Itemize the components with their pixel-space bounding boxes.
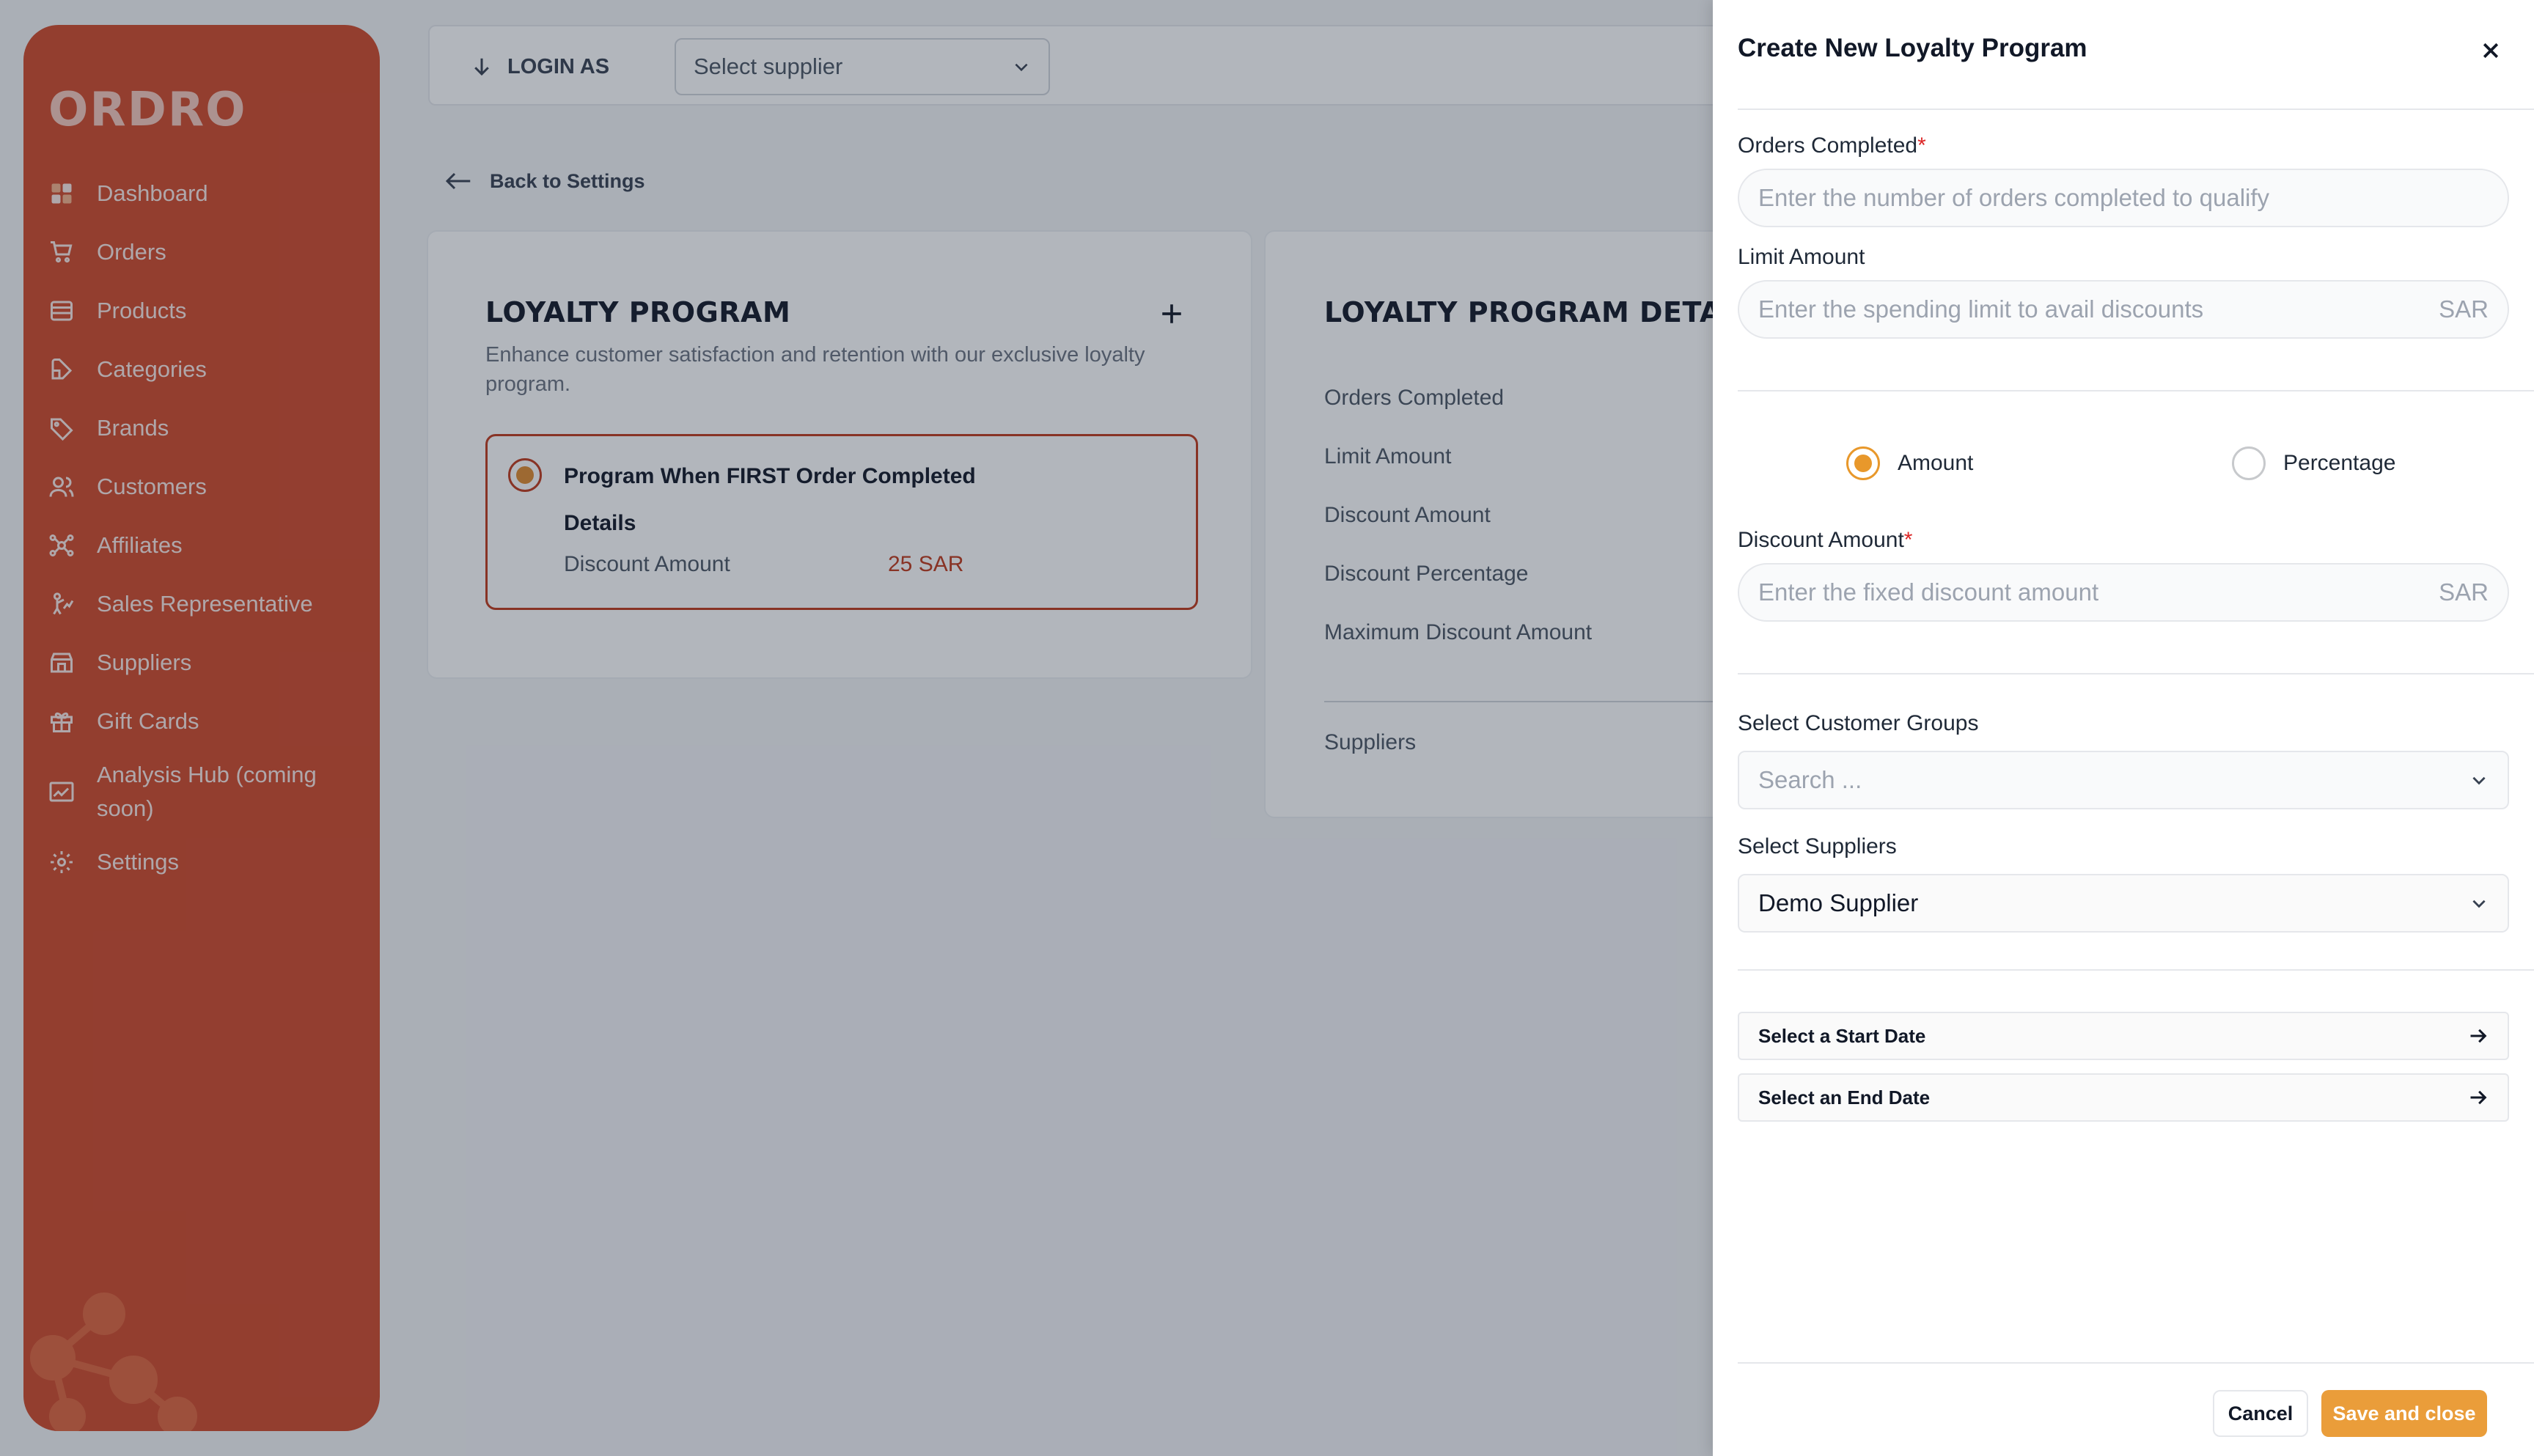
chevron-down-icon [2472, 900, 2486, 908]
divider [1738, 1362, 2534, 1364]
suppliers-select[interactable]: Demo Supplier [1738, 874, 2509, 933]
discount-amount-field[interactable]: SAR [1738, 563, 2509, 622]
required-marker: * [1917, 133, 1926, 158]
end-date-label: Select an End Date [1758, 1086, 1931, 1108]
divider [1738, 390, 2534, 391]
amount-radio[interactable] [1846, 446, 1880, 480]
orders-completed-input[interactable] [1758, 184, 2489, 212]
create-loyalty-program-drawer: Create New Loyalty Program Orders Comple… [1713, 0, 2534, 1456]
discount-amount-label-text: Discount Amount [1738, 528, 1904, 552]
customer-groups-label: Select Customer Groups [1738, 711, 1979, 735]
cancel-button[interactable]: Cancel [2213, 1390, 2308, 1437]
required-marker: * [1903, 528, 1913, 552]
discount-type-percentage[interactable]: Percentage [2232, 443, 2395, 484]
orders-completed-field[interactable] [1738, 169, 2509, 227]
suppliers-label: Select Suppliers [1738, 834, 1897, 858]
customer-groups-select[interactable]: Search ... [1738, 751, 2509, 809]
drawer-title: Create New Loyalty Program [1738, 34, 2087, 62]
discount-amount-label: Discount Amount* [1738, 528, 1912, 553]
currency-suffix: SAR [2439, 578, 2489, 606]
save-and-close-button[interactable]: Save and close [2321, 1390, 2487, 1437]
divider [1738, 109, 2534, 110]
start-date-label: Select a Start Date [1758, 1024, 1926, 1047]
arrow-right-icon [2470, 1090, 2487, 1105]
orders-completed-label: Orders Completed* [1738, 133, 1926, 158]
discount-amount-input[interactable] [1758, 578, 2425, 606]
divider [1738, 673, 2534, 674]
percentage-radio-label: Percentage [2283, 451, 2396, 475]
customer-groups-placeholder: Search ... [1758, 766, 1862, 793]
chevron-down-icon [2472, 776, 2486, 785]
currency-suffix: SAR [2439, 295, 2489, 323]
close-button[interactable] [2472, 32, 2509, 69]
arrow-right-icon [2470, 1029, 2487, 1043]
limit-amount-label: Limit Amount [1738, 245, 1865, 269]
limit-amount-field[interactable]: SAR [1738, 280, 2509, 339]
discount-type-amount[interactable]: Amount [1846, 443, 1973, 484]
end-date-picker[interactable]: Select an End Date [1738, 1073, 2509, 1122]
limit-amount-input[interactable] [1758, 295, 2425, 323]
divider [1738, 969, 2534, 971]
start-date-picker[interactable]: Select a Start Date [1738, 1012, 2509, 1060]
orders-completed-label-text: Orders Completed [1738, 133, 1918, 158]
close-icon [2483, 43, 2499, 59]
amount-radio-label: Amount [1898, 451, 1974, 475]
suppliers-select-value: Demo Supplier [1758, 889, 1919, 916]
percentage-radio[interactable] [2232, 446, 2266, 480]
